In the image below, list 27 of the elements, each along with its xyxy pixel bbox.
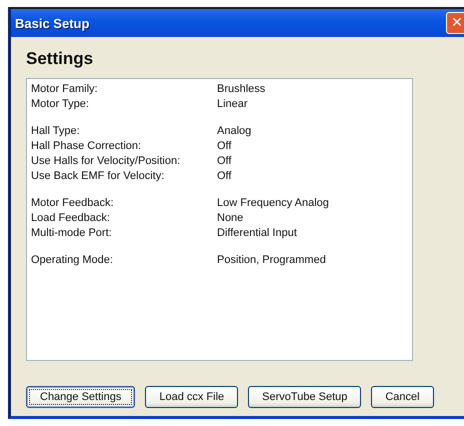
setting-value: Off xyxy=(217,139,232,154)
setting-label: Operating Mode: xyxy=(31,253,114,268)
setting-value: Analog xyxy=(217,124,252,139)
window-title: Basic Setup xyxy=(15,16,90,30)
setting-label: Motor Family: xyxy=(31,82,99,97)
setting-value: Linear xyxy=(217,97,248,112)
section-heading: Settings xyxy=(26,49,94,69)
setting-label: Use Halls for Velocity/Position: xyxy=(31,154,182,169)
setting-value: Position, Programmed xyxy=(217,253,326,268)
dialog-button[interactable]: Change Settings xyxy=(26,386,136,408)
setting-label: Use Back EMF for Velocity: xyxy=(31,169,166,184)
setting-value: Brushless xyxy=(217,82,266,97)
setting-label: Motor Type: xyxy=(31,97,90,112)
close-button[interactable]: ✕ xyxy=(446,12,464,34)
dialog-button[interactable]: Load ccx File xyxy=(145,386,238,408)
dialog-button[interactable]: ServoTube Setup xyxy=(248,386,362,408)
dialog-button[interactable]: Cancel xyxy=(371,386,434,408)
setting-value: None xyxy=(217,211,244,226)
setting-label: Hall Phase Correction: xyxy=(31,139,142,154)
setting-label: Multi-mode Port: xyxy=(31,226,113,241)
setting-label: Load Feedback: xyxy=(31,211,111,226)
setting-label: Hall Type: xyxy=(31,124,81,139)
setting-value: Low Frequency Analog xyxy=(217,196,329,211)
setting-value: Off xyxy=(217,154,232,169)
setting-label: Motor Feedback: xyxy=(31,196,115,211)
setting-value: Off xyxy=(217,169,232,184)
setting-value: Differential Input xyxy=(217,226,297,241)
